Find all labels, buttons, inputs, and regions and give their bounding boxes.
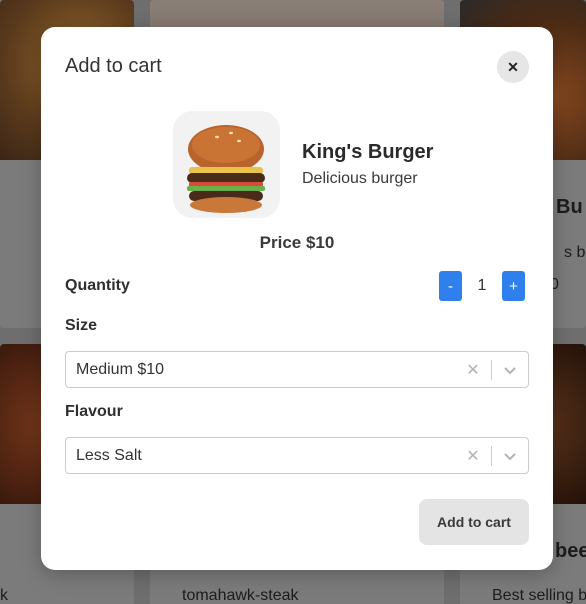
add-to-cart-button[interactable]: Add to cart [419,499,529,545]
size-selected-value: Medium $10 [76,361,165,378]
flavour-select[interactable]: Less Salt ✕ [65,437,529,474]
close-button[interactable]: ✕ [497,51,529,83]
bg-card-desc: Best selling b [492,587,586,604]
modal-title: Add to cart [65,55,162,77]
clear-icon[interactable]: ✕ [464,446,482,465]
flavour-selected-value: Less Salt [76,447,142,464]
bg-card-title: bee [555,540,586,562]
quantity-label: Quantity [65,277,130,294]
quantity-value: 1 [477,277,487,294]
clear-icon[interactable]: ✕ [464,360,482,379]
product-description: Delicious burger [302,170,418,187]
select-separator [491,446,492,466]
add-to-cart-modal: Add to cart ✕ King's Burger Delicious bu… [41,27,553,570]
bg-card-desc: tomahawk-steak [182,587,299,604]
quantity-increment-button[interactable]: + [502,271,525,301]
product-image [173,111,280,218]
close-icon: ✕ [507,58,519,75]
select-separator [491,360,492,380]
flavour-label: Flavour [65,403,123,420]
burger-icon [173,111,280,218]
bg-card-desc: s bu [564,244,586,261]
quantity-decrement-button[interactable]: - [439,271,462,301]
size-label: Size [65,317,98,334]
size-select[interactable]: Medium $10 ✕ [65,351,529,388]
product-name: King's Burger [302,141,434,163]
price-text: Price $10 [259,233,335,252]
chevron-down-icon[interactable] [500,360,520,380]
chevron-down-icon[interactable] [500,446,520,466]
bg-card-title: Bu [556,196,583,218]
bg-card-desc: k [0,587,8,604]
